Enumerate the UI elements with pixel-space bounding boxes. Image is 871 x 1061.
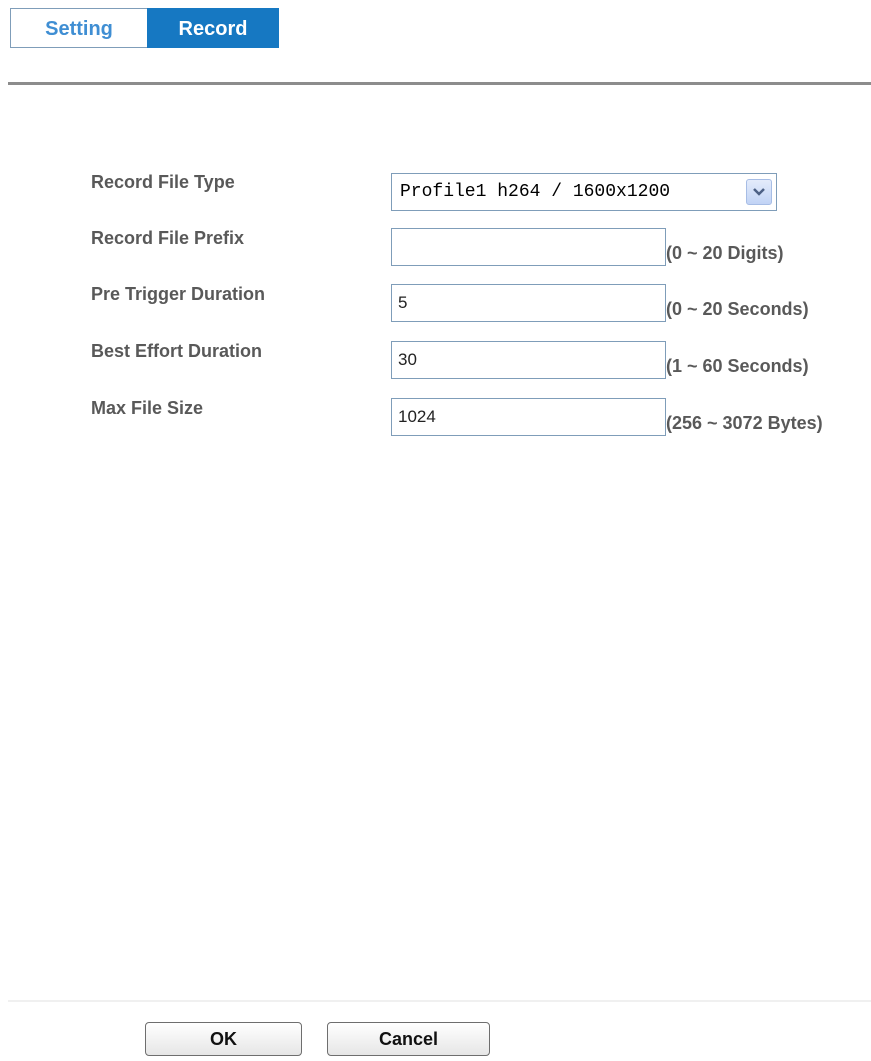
ok-button[interactable]: OK bbox=[145, 1022, 302, 1056]
best-effort-duration-row: Best Effort Duration (1 ~ 60 Seconds) bbox=[0, 341, 871, 381]
tab-bar: Setting Record bbox=[10, 8, 279, 52]
record-file-prefix-hint: (0 ~ 20 Digits) bbox=[666, 243, 784, 263]
pre-trigger-duration-hint: (0 ~ 20 Seconds) bbox=[666, 299, 809, 319]
footer-divider bbox=[8, 1000, 871, 1002]
pre-trigger-duration-input[interactable] bbox=[391, 284, 666, 322]
best-effort-duration-input[interactable] bbox=[391, 341, 666, 379]
max-file-size-input[interactable] bbox=[391, 398, 666, 436]
max-file-size-hint: (256 ~ 3072 Bytes) bbox=[666, 413, 823, 433]
record-file-prefix-label: Record File Prefix bbox=[91, 228, 245, 248]
tab-setting[interactable]: Setting bbox=[10, 8, 147, 48]
header-divider bbox=[8, 82, 871, 85]
record-file-type-select[interactable]: Profile1 h264 / 1600x1200 bbox=[391, 173, 777, 211]
pre-trigger-duration-label: Pre Trigger Duration bbox=[91, 284, 266, 304]
best-effort-duration-label: Best Effort Duration bbox=[91, 341, 262, 361]
best-effort-duration-hint: (1 ~ 60 Seconds) bbox=[666, 356, 809, 376]
record-file-type-selected: Profile1 h264 / 1600x1200 bbox=[400, 182, 671, 202]
max-file-size-row: Max File Size (256 ~ 3072 Bytes) bbox=[0, 398, 871, 438]
record-file-type-row: Record File Type Profile1 h264 / 1600x12… bbox=[0, 172, 871, 212]
chevron-down-icon[interactable] bbox=[746, 179, 772, 205]
max-file-size-label: Max File Size bbox=[91, 398, 204, 418]
record-file-prefix-row: Record File Prefix (0 ~ 20 Digits) bbox=[0, 228, 871, 268]
record-file-type-label: Record File Type bbox=[91, 172, 235, 192]
cancel-button[interactable]: Cancel bbox=[327, 1022, 490, 1056]
tab-record[interactable]: Record bbox=[147, 8, 279, 48]
record-file-prefix-input[interactable] bbox=[391, 228, 666, 266]
pre-trigger-duration-row: Pre Trigger Duration (0 ~ 20 Seconds) bbox=[0, 284, 871, 324]
